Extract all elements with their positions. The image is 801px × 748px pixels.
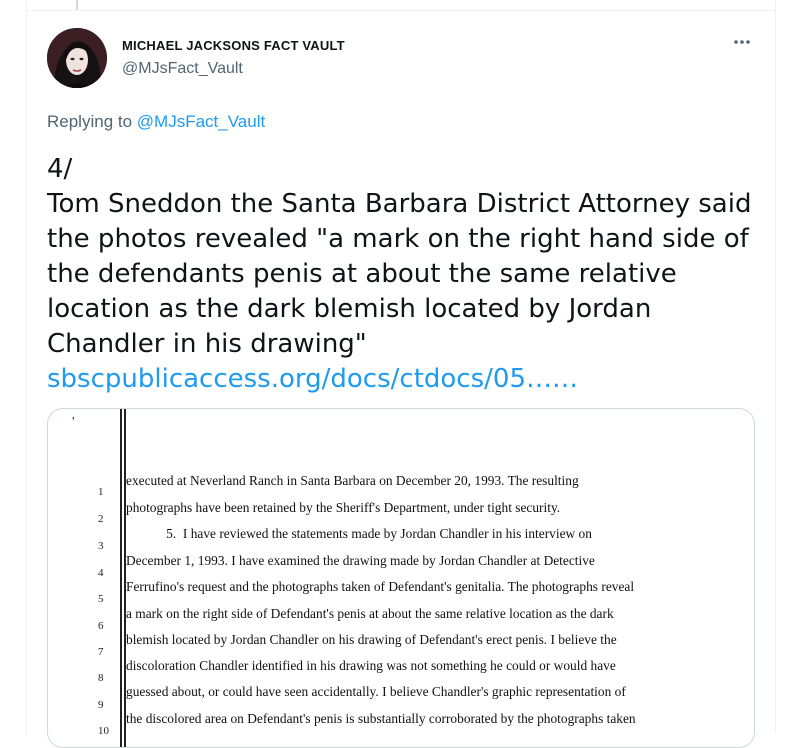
document-line-number: 10 <box>98 725 109 737</box>
tweet-text-line: the photos revealed "a mark on the right… <box>47 224 749 254</box>
replying-to: Replying to @MJsFact_Vault <box>47 112 265 132</box>
document-line-number: 6 <box>98 620 104 632</box>
document-text-line: guessed about, or could have seen accide… <box>126 684 626 699</box>
document-line-number: 2 <box>98 513 104 525</box>
court-document-scan: ' 1 2 3 4 5 6 7 8 9 10 executed at Never… <box>48 409 754 747</box>
tweet-text-line: 4/ <box>47 154 73 184</box>
display-name[interactable]: MICHAEL JACKSONS FACT VAULT <box>122 38 345 53</box>
avatar[interactable] <box>47 28 107 88</box>
document-text-line: executed at Neverland Ranch in Santa Bar… <box>126 473 579 488</box>
document-text-line: photographs have been retained by the Sh… <box>126 500 561 515</box>
replying-to-label: Replying to <box>47 112 133 131</box>
document-line-number: 1 <box>98 486 104 498</box>
tweet-text: 4/ Tom Sneddon the Santa Barbara Distric… <box>47 152 757 397</box>
document-line-number: 8 <box>98 672 104 684</box>
divider <box>26 10 776 11</box>
document-text-line: a mark on the right side of Defendant's … <box>126 606 614 621</box>
document-line-number: 4 <box>98 567 104 579</box>
document-line-number: 5 <box>98 593 104 605</box>
document-text-line: December 1, 1993. I have examined the dr… <box>126 553 595 568</box>
tweet-text-line: location as the dark blemish located by … <box>47 294 652 324</box>
document-tick-mark: ' <box>72 415 75 430</box>
document-text-line: blemish located by Jordan Chandler on hi… <box>126 632 617 647</box>
document-text-line: 5. I have reviewed the statements made b… <box>126 526 592 541</box>
tweet-text-line: Chandler in his drawing" <box>47 329 367 359</box>
tweet-link[interactable]: sbscpublicaccess.org/docs/ctdocs/05…… <box>47 364 578 394</box>
tweet-text-line: Tom Sneddon the Santa Barbara District A… <box>47 189 752 219</box>
document-line-number: 3 <box>98 540 104 552</box>
tweet-text-line: the defendants penis at about the same r… <box>47 259 677 289</box>
user-handle[interactable]: @MJsFact_Vault <box>122 60 243 78</box>
tweet-media-image[interactable]: ' 1 2 3 4 5 6 7 8 9 10 executed at Never… <box>47 408 755 748</box>
document-line-number: 9 <box>98 699 104 711</box>
thread-connector-line <box>76 0 78 10</box>
more-horizontal-icon <box>734 40 750 44</box>
reply-mention-link[interactable]: @MJsFact_Vault <box>137 112 265 131</box>
document-text-line: discoloration Chandler identified in his… <box>126 658 616 673</box>
more-options-button[interactable] <box>728 32 756 52</box>
profile-photo-icon <box>47 28 107 88</box>
document-line-number: 7 <box>98 646 104 658</box>
document-margin-rule <box>120 409 122 747</box>
document-text-line: the discolored area on Defendant's penis… <box>126 711 636 726</box>
document-text-line: Ferrufino's request and the photographs … <box>126 579 635 594</box>
